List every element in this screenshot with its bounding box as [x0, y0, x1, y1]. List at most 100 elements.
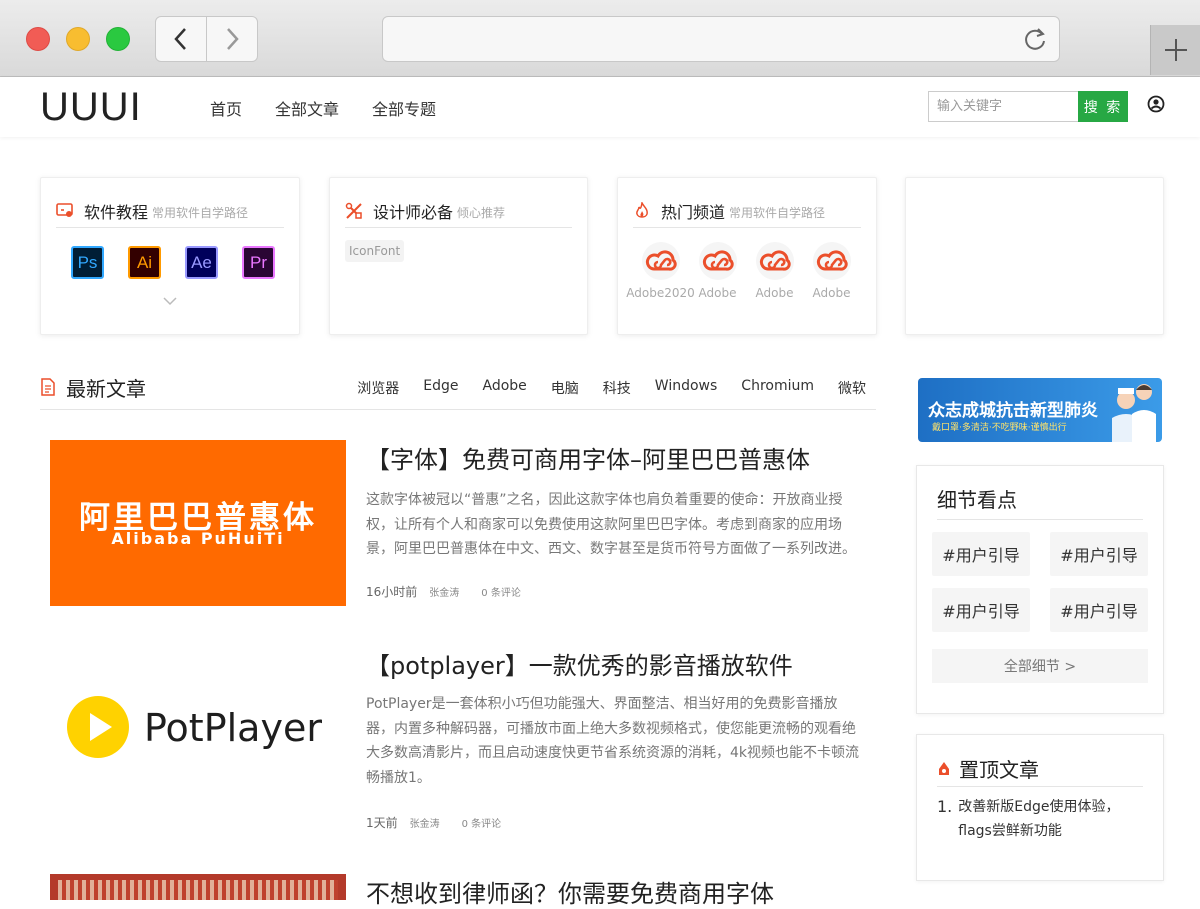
tag-link[interactable]: 电脑	[551, 378, 579, 398]
channel-label: Adobe	[812, 286, 851, 300]
empty-card	[905, 177, 1164, 335]
illustrator-icon[interactable]: Ai	[128, 246, 161, 279]
tag-link[interactable]: 科技	[603, 378, 631, 398]
article-excerpt: 这款字体被冠以“普惠”之名，因此这款字体也肩负着重要的使命：开放商业授权，让所有…	[366, 492, 856, 557]
tag-link[interactable]: Windows	[655, 378, 718, 398]
card-subtitle: 常用软件自学路径	[729, 205, 826, 220]
article-author[interactable]: 张金涛	[429, 584, 459, 599]
premiere-icon[interactable]: Pr	[242, 246, 275, 279]
banner-subtitle: 戴口罩·多清洁·不吃野味·谨慎出行	[932, 423, 1067, 433]
search-input[interactable]	[928, 91, 1079, 122]
detail-tag[interactable]: #用户引导	[932, 532, 1030, 576]
pinned-link[interactable]: 改善新版Edge使用体验，flags尝鲜新功能	[958, 795, 1137, 843]
nav-all-topics[interactable]: 全部专题	[372, 96, 436, 120]
minimize-window-button[interactable]	[66, 27, 90, 51]
article-title[interactable]: 不想收到律师函？你需要免费商用字体	[366, 874, 774, 909]
tag-link[interactable]: Adobe	[483, 378, 527, 398]
pinned-list-item[interactable]: 1. 改善新版Edge使用体验，flags尝鲜新功能	[937, 795, 1137, 843]
pinned-header: 置顶文章	[937, 751, 1143, 787]
chevron-right-icon	[227, 28, 239, 50]
maximize-window-button[interactable]	[106, 27, 130, 51]
back-button[interactable]	[155, 16, 207, 62]
iconfont-tag[interactable]: IconFont	[345, 240, 405, 262]
banner-title: 众志成城抗击新型肺炎	[928, 401, 1098, 421]
hot-channels-card: 热门频道 常用软件自学路径 Adobe2020 Adobe Adobe Adob…	[617, 177, 877, 335]
creative-cloud-icon	[702, 250, 734, 271]
pinned-title: 置顶文章	[959, 758, 1039, 782]
channel-item[interactable]: Adobe	[746, 242, 803, 300]
software-tutorials-card: 软件教程 常用软件自学路径 Ps Ai Ae Pr	[40, 177, 300, 335]
card-header: 热门频道 常用软件自学路径	[633, 194, 861, 228]
card-title[interactable]: 软件教程	[84, 199, 148, 223]
article-title[interactable]: 【字体】免费可商用字体–阿里巴巴普惠体	[366, 440, 810, 475]
article-comments[interactable]: 0 条评论	[462, 815, 502, 830]
search-button[interactable]: 搜 索	[1078, 91, 1128, 122]
creative-cloud-icon	[645, 250, 677, 271]
potplayer-logo-icon	[67, 696, 129, 758]
article-item: PotPlayer 【potplayer】一款优秀的影音播放软件 PotPlay…	[50, 646, 866, 836]
card-header: 设计师必备 倾心推荐	[345, 194, 572, 228]
thumbnail-text-en: Alibaba PuHuiTi	[111, 529, 285, 548]
epidemic-banner[interactable]: 众志成城抗击新型肺炎 戴口罩·多清洁·不吃野味·谨慎出行	[918, 378, 1162, 442]
detail-tag[interactable]: #用户引导	[1050, 588, 1148, 632]
detail-tag[interactable]: #用户引导	[1050, 532, 1148, 576]
detail-tag[interactable]: #用户引导	[932, 588, 1030, 632]
nav-home[interactable]: 首页	[210, 96, 242, 120]
tag-link[interactable]: Chromium	[741, 378, 814, 398]
after-effects-icon[interactable]: Ae	[185, 246, 218, 279]
document-icon	[41, 378, 55, 396]
article-title[interactable]: 【potplayer】一款优秀的影音播放软件	[366, 646, 793, 681]
latest-articles-title: 最新文章	[66, 377, 146, 401]
channel-label: Adobe	[755, 286, 794, 300]
article-thumbnail[interactable]: 阿里巴巴普惠体 Alibaba PuHuiTi	[50, 440, 346, 606]
new-tab-button[interactable]	[1150, 25, 1200, 75]
article-excerpt: PotPlayer是一套体积小巧但功能强大、界面整洁、相当好用的免费影音播放器，…	[366, 696, 860, 786]
flame-icon	[636, 201, 648, 218]
main-nav: 首页 全部文章 全部专题	[210, 96, 436, 120]
article-comments[interactable]: 0 条评论	[481, 584, 521, 599]
article-item: 阿里巴巴普惠体 Alibaba PuHuiTi 【字体】免费可商用字体–阿里巴巴…	[50, 440, 866, 620]
all-details-button[interactable]: 全部细节 >	[932, 649, 1148, 683]
details-card: 细节看点 #用户引导 #用户引导 #用户引导 #用户引导 全部细节 >	[916, 465, 1164, 714]
tag-link[interactable]: Edge	[423, 378, 458, 398]
chevron-down-icon[interactable]	[163, 296, 177, 306]
site-logo[interactable]: UUUI	[40, 85, 142, 130]
tag-link[interactable]: 浏览器	[357, 378, 399, 398]
card-subtitle: 常用软件自学路径	[152, 205, 249, 220]
creative-cloud-icon	[816, 250, 848, 271]
channel-item[interactable]: Adobe2020	[626, 242, 695, 300]
chevron-left-icon	[174, 28, 186, 50]
user-icon[interactable]	[1147, 95, 1165, 113]
article-meta: 16小时前 张金涛 0 条评论	[366, 583, 521, 600]
reload-icon[interactable]	[1021, 26, 1049, 54]
card-title[interactable]: 设计师必备	[373, 199, 453, 223]
thumbnail-text: PotPlayer	[144, 706, 322, 750]
browser-chrome	[0, 0, 1200, 77]
channel-label: Adobe2020	[626, 286, 695, 300]
plus-icon	[1164, 39, 1187, 61]
article-author[interactable]: 张金涛	[410, 815, 440, 830]
creative-cloud-icon	[759, 250, 791, 271]
nav-all-articles[interactable]: 全部文章	[275, 96, 339, 120]
channel-item[interactable]: Adobe	[803, 242, 860, 300]
latest-articles-header: 最新文章 浏览器 Edge Adobe 电脑 科技 Windows Chromi…	[40, 364, 876, 410]
pinned-index: 1.	[937, 797, 953, 816]
close-window-button[interactable]	[26, 27, 50, 51]
article-item: 不想收到律师函？你需要免费商用字体	[50, 874, 866, 908]
details-title: 细节看点	[937, 484, 1143, 520]
channel-list: Adobe2020 Adobe Adobe Adobe	[626, 242, 860, 300]
photoshop-icon[interactable]: Ps	[71, 246, 104, 279]
tag-link[interactable]: 微软	[838, 378, 866, 398]
article-time: 1天前	[366, 816, 398, 830]
address-bar[interactable]	[382, 16, 1060, 62]
card-header: 软件教程 常用软件自学路径	[56, 194, 284, 228]
article-thumbnail[interactable]	[50, 874, 346, 900]
card-subtitle: 倾心推荐	[457, 205, 506, 220]
designer-essentials-card: 设计师必备 倾心推荐 IconFont	[329, 177, 588, 335]
pinned-articles-card: 置顶文章 1. 改善新版Edge使用体验，flags尝鲜新功能	[916, 734, 1164, 881]
forward-button[interactable]	[206, 16, 258, 62]
channel-item[interactable]: Adobe	[689, 242, 746, 300]
article-thumbnail[interactable]: PotPlayer	[50, 646, 346, 812]
card-title[interactable]: 热门频道	[661, 199, 725, 223]
article-meta: 1天前 张金涛 0 条评论	[366, 814, 501, 831]
